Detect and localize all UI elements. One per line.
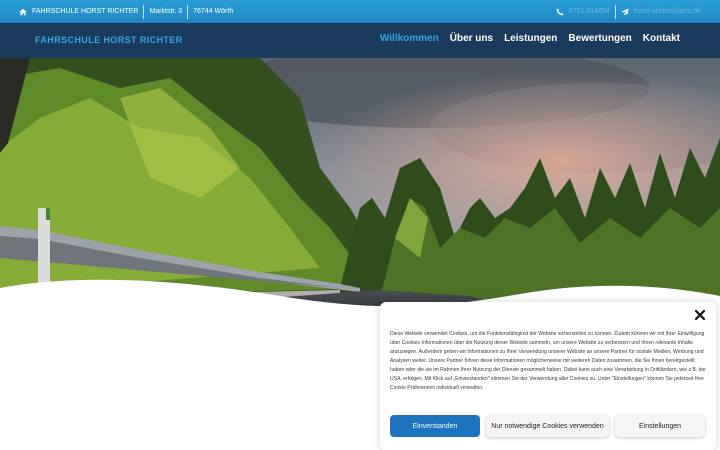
necessary-cookies-button[interactable]: Nur notwendige Cookies verwenden: [486, 415, 609, 437]
cookie-consent-dialog: Diese Website verwendet Cookies, um die …: [380, 302, 716, 450]
nav-item-bewertungen[interactable]: Bewertungen: [568, 33, 631, 44]
site-logo-text[interactable]: FAHRSCHULE HORST RICHTER: [35, 35, 183, 45]
accept-cookies-button[interactable]: Einverstanden: [390, 415, 480, 437]
nav-item-kontakt[interactable]: Kontakt: [643, 33, 680, 44]
close-icon[interactable]: [694, 309, 706, 321]
cookie-settings-button[interactable]: Einstellungen: [615, 415, 705, 437]
street-text: Marktstr. 3: [149, 8, 183, 15]
contact-block: 0721 814654 horst-richter@gmx.de: [551, 0, 720, 23]
email-segment[interactable]: horst-richter@gmx.de: [614, 4, 706, 19]
nav-item-leistungen[interactable]: Leistungen: [504, 33, 557, 44]
email-link[interactable]: horst-richter@gmx.de: [634, 8, 701, 15]
top-info-bar: FAHRSCHULE HORST RICHTER Marktstr. 3 767…: [0, 0, 720, 23]
nav-item-ueber-uns[interactable]: Über uns: [450, 33, 493, 44]
hero-illustration: [0, 58, 720, 318]
street-segment: Marktstr. 3: [143, 4, 187, 19]
cookie-description: Diese Website verwendet Cookies, um die …: [390, 331, 706, 391]
city-text: 76744 Wörth: [193, 8, 234, 15]
page: FAHRSCHULE HORST RICHTER Marktstr. 3 767…: [0, 0, 720, 450]
paper-plane-icon: [620, 7, 629, 16]
city-segment: 76744 Wörth: [187, 4, 238, 19]
cookie-button-row: Einverstanden Nur notwendige Cookies ver…: [390, 415, 705, 437]
address-block: FAHRSCHULE HORST RICHTER Marktstr. 3 767…: [0, 0, 238, 23]
company-segment: FAHRSCHULE HORST RICHTER: [14, 5, 143, 19]
hero-image: [0, 58, 720, 318]
site-header: FAHRSCHULE HORST RICHTER Willkommen Über…: [0, 23, 720, 58]
phone-link[interactable]: 0721 814654: [569, 8, 610, 15]
phone-icon: [556, 8, 564, 15]
main-navigation: Willkommen Über uns Leistungen Bewertung…: [380, 33, 680, 44]
company-name: FAHRSCHULE HORST RICHTER: [32, 8, 139, 15]
nav-item-willkommen[interactable]: Willkommen: [380, 33, 439, 44]
home-icon: [19, 8, 27, 15]
phone-segment[interactable]: 0721 814654: [551, 5, 615, 19]
